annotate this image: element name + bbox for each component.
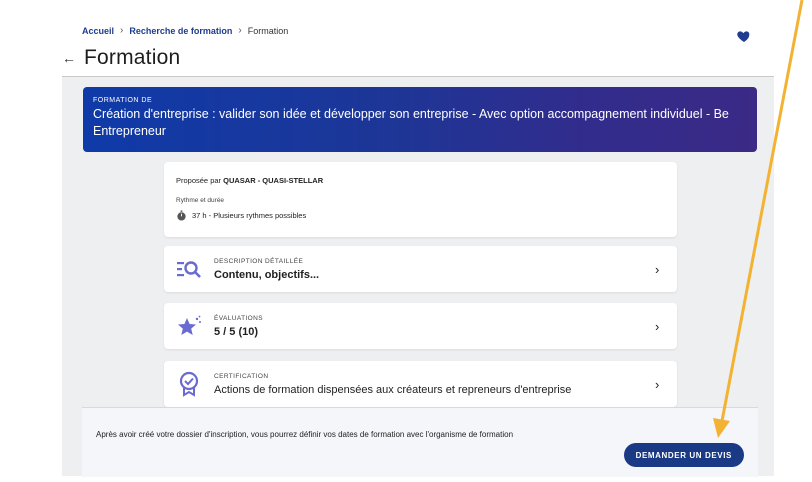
page-title: Formation xyxy=(84,46,181,69)
provider-name[interactable]: QUASAR - QUASI-STELLAR xyxy=(223,176,323,185)
breadcrumb-current: Formation xyxy=(247,25,289,36)
duration-row: 37 h - Plusieurs rythmes possibles xyxy=(176,210,665,221)
chevron-right-icon: › xyxy=(120,25,124,36)
star-icon xyxy=(176,313,202,339)
footer-info-text: Après avoir créé votre dossier d'inscrip… xyxy=(96,430,514,439)
quote-footer: Après avoir créé votre dossier d'inscrip… xyxy=(82,407,758,477)
breadcrumb-search[interactable]: Recherche de formation xyxy=(129,26,232,36)
evaluations-kicker: ÉVALUATIONS xyxy=(214,314,263,322)
arrow-left-icon[interactable]: ← xyxy=(62,50,76,66)
stopwatch-icon xyxy=(177,210,186,221)
rhythm-label: Rythme et durée xyxy=(176,197,225,204)
chevron-right-icon: › xyxy=(655,318,660,334)
certification-value: Actions de formation dispensées aux créa… xyxy=(214,383,572,396)
provider-line: Proposée par QUASAR - QUASI-STELLAR xyxy=(176,176,665,185)
duration-text: 37 h - Plusieurs rythmes possibles xyxy=(192,211,307,220)
chevron-right-icon: › xyxy=(655,376,660,392)
provider-card: Proposée par QUASAR - QUASI-STELLAR Ryth… xyxy=(164,162,677,237)
description-value: Contenu, objectifs... xyxy=(214,268,320,281)
certificate-icon xyxy=(176,371,202,397)
certification-card[interactable]: CERTIFICATION Actions de formation dispe… xyxy=(164,361,677,407)
main-content: FORMATION DE Création d'entreprise : val… xyxy=(62,76,774,477)
training-title: Création d'entreprise : valider son idée… xyxy=(93,107,729,138)
breadcrumb-home[interactable]: Accueil xyxy=(82,26,114,36)
request-quote-button[interactable]: DEMANDER UN DEVIS xyxy=(623,443,744,467)
breadcrumb: Accueil › Recherche de formation › Forma… xyxy=(82,25,288,36)
evaluations-card[interactable]: ÉVALUATIONS 5 / 5 (10) › xyxy=(164,303,677,349)
training-banner: FORMATION DE Création d'entreprise : val… xyxy=(83,87,757,152)
heart-icon[interactable] xyxy=(736,28,752,44)
provider-prefix: Proposée par xyxy=(176,176,222,185)
banner-kicker: FORMATION DE xyxy=(93,97,153,104)
search-list-icon xyxy=(176,256,202,282)
evaluations-value: 5 / 5 (10) xyxy=(214,325,259,338)
description-kicker: DESCRIPTION DÉTAILLÉE xyxy=(214,257,304,265)
chevron-right-icon: › xyxy=(238,25,242,36)
chevron-right-icon: › xyxy=(655,261,660,277)
certification-kicker: CERTIFICATION xyxy=(214,372,269,380)
description-card[interactable]: DESCRIPTION DÉTAILLÉE Contenu, objectifs… xyxy=(164,246,677,292)
page-header: Accueil › Recherche de formation › Forma… xyxy=(0,0,812,76)
